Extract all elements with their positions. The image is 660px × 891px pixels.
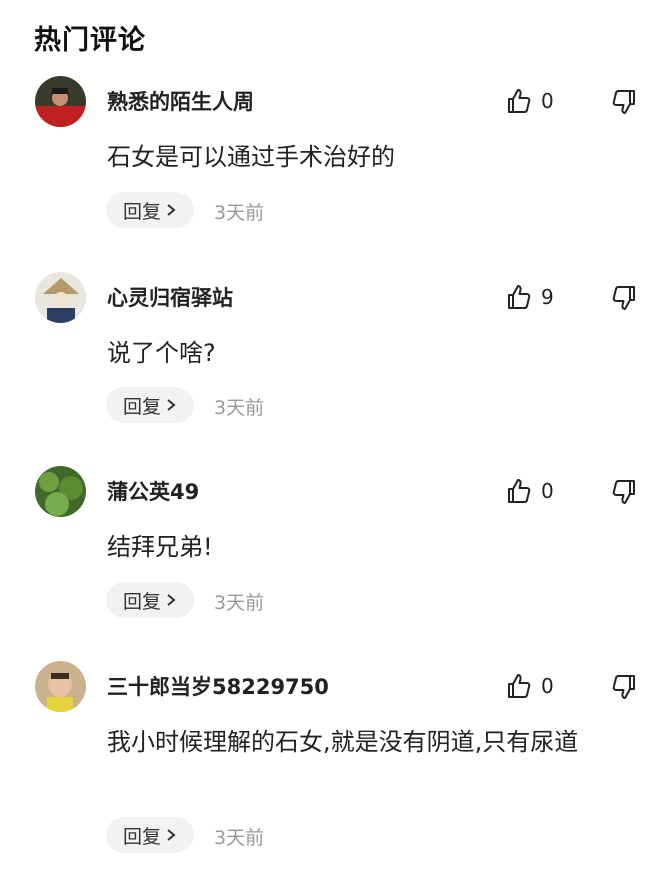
reply-label: 回复	[122, 590, 161, 613]
thumbs-down-icon	[612, 480, 635, 504]
reply-button[interactable]: 回复	[106, 582, 194, 618]
comment-text: 结拜兄弟!	[107, 533, 213, 561]
chevron-right-icon	[167, 204, 176, 216]
thumbs-down-icon	[612, 286, 635, 310]
section-title: 热门评论	[34, 25, 146, 56]
like-count: 0	[541, 674, 554, 698]
username[interactable]: 心灵归宿驿站	[107, 282, 233, 312]
comment-time: 3天前	[214, 397, 265, 419]
chevron-right-icon	[167, 399, 176, 411]
comment-time: 3天前	[214, 592, 265, 614]
username[interactable]: 熟悉的陌生人周	[107, 86, 254, 116]
like-count: 9	[541, 285, 554, 309]
dislike-button[interactable]	[610, 477, 638, 505]
like-count: 0	[541, 479, 554, 503]
username[interactable]: 三十郎当岁58229750	[107, 671, 329, 701]
reply-button[interactable]: 回复	[106, 387, 194, 423]
reply-label: 回复	[122, 200, 161, 223]
comment-time: 3天前	[214, 827, 265, 849]
chevron-right-icon	[167, 829, 176, 841]
thumbs-down-icon	[612, 675, 635, 699]
thumbs-down-icon	[612, 90, 635, 114]
comment-time: 3天前	[214, 202, 265, 224]
like-button[interactable]: 0	[507, 477, 554, 505]
comment-text: 说了个啥?	[107, 339, 216, 367]
thumbs-up-icon	[508, 89, 531, 113]
reply-label: 回复	[122, 395, 161, 418]
reply-button[interactable]: 回复	[106, 817, 194, 853]
avatar[interactable]	[35, 76, 86, 127]
dislike-button[interactable]	[610, 87, 638, 115]
like-button[interactable]: 0	[507, 672, 554, 700]
comment-text: 石女是可以通过手术治好的	[107, 143, 395, 171]
reply-button[interactable]: 回复	[106, 192, 194, 228]
thumbs-up-icon	[508, 285, 531, 309]
thumbs-up-icon	[508, 674, 531, 698]
like-button[interactable]: 9	[507, 283, 554, 311]
dislike-button[interactable]	[610, 283, 638, 311]
avatar[interactable]	[35, 466, 86, 517]
comment-text: 我小时候理解的石女,就是没有阴道,只有尿道	[107, 728, 579, 756]
dislike-button[interactable]	[610, 672, 638, 700]
chevron-right-icon	[167, 594, 176, 606]
like-count: 0	[541, 89, 554, 113]
username[interactable]: 蒲公英49	[107, 476, 199, 506]
thumbs-up-icon	[508, 479, 531, 503]
avatar[interactable]	[35, 272, 86, 323]
avatar[interactable]	[35, 661, 86, 712]
reply-label: 回复	[122, 825, 161, 848]
like-button[interactable]: 0	[507, 87, 554, 115]
